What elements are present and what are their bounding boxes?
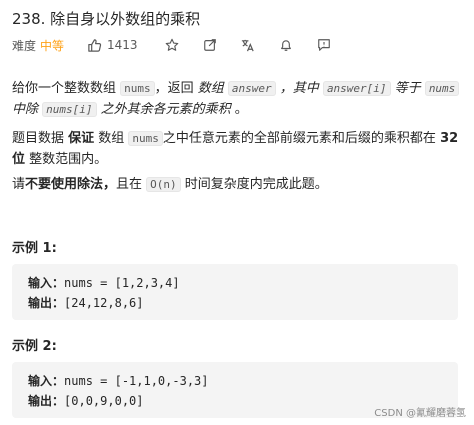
emphasis-text: 之外其余各元素的乘积 — [96, 102, 231, 117]
description-paragraph-2: 题目数据 保证 数组 nums 之中任意元素的全部前缀元素和后缀的乘积都在 32 … — [12, 128, 462, 170]
emphasis-text: 中除 — [12, 102, 43, 117]
difficulty-label: 难度 — [12, 38, 37, 53]
example-1-block: 输入：nums = [1,2,3,4] 输出：[24,12,8,6] — [12, 264, 458, 320]
input-label: 输入： — [28, 276, 65, 290]
example-1-title: 示例 1: — [12, 241, 57, 256]
description-paragraph-1: 给你一个整数数组 nums ，返回 数组 answer ，其中 answer[i]… — [12, 78, 462, 120]
text: 请 — [12, 177, 26, 192]
example-2-output-line: 输出：[0,0,9,0,0] — [28, 392, 144, 409]
bold-text: 不要使用除法， — [25, 177, 117, 192]
output-label: 输出： — [28, 394, 65, 408]
inline-code: answer — [227, 81, 276, 96]
inline-code: nums — [424, 81, 460, 96]
input-label: 输入： — [28, 374, 65, 388]
text: ，返回 — [154, 81, 198, 96]
text: 整数范围内。 — [25, 152, 108, 167]
description-paragraph-3: 请不要使用除法，且在 O(n) 时间复杂度内完成此题。 — [12, 174, 462, 195]
example-1-output-line: 输出：[24,12,8,6] — [28, 294, 144, 311]
emphasis-text: 等于 — [390, 81, 425, 96]
text: 。 — [230, 102, 248, 117]
problem-title: 238. 除自身以外数组的乘积 — [12, 10, 201, 28]
feedback-icon[interactable] — [316, 37, 332, 53]
bell-icon[interactable] — [278, 37, 294, 53]
text: 时间复杂度内完成此题。 — [180, 177, 328, 192]
example-2-title: 示例 2: — [12, 339, 57, 354]
example-1-input-line: 输入：nums = [1,2,3,4] — [28, 274, 180, 291]
text: 数组 — [94, 131, 129, 146]
text: 给你一个整数数组 — [12, 81, 121, 96]
inline-code: nums — [128, 131, 163, 146]
bold-text: 保证 — [68, 131, 95, 146]
text: 题目数据 — [12, 131, 69, 146]
text: 且在 — [116, 177, 147, 192]
inline-code: O(n) — [146, 177, 181, 192]
thumbs-up-icon[interactable] — [86, 37, 102, 53]
watermark: CSDN @氰耀磨蓉氢 — [374, 408, 466, 419]
output-label: 输出： — [28, 296, 65, 310]
output-value: [24,12,8,6] — [64, 296, 144, 310]
emphasis-text: 数组 — [197, 81, 228, 96]
inline-code: nums — [120, 81, 155, 96]
emphasis-text: ，其中 — [275, 81, 323, 96]
like-count: 1413 — [107, 38, 138, 52]
text: 之中任意元素的全部前缀元素和后缀的乘积都在 — [162, 131, 441, 146]
input-value: nums = [-1,1,0,-3,3] — [64, 374, 209, 388]
problem-meta-bar: 难度 中等 1413 — [12, 36, 332, 54]
output-value: [0,0,9,0,0] — [64, 394, 144, 408]
input-value: nums = [1,2,3,4] — [64, 276, 180, 290]
translate-icon[interactable] — [240, 37, 256, 53]
share-icon[interactable] — [202, 37, 218, 53]
star-icon[interactable] — [164, 37, 180, 53]
inline-code: nums[i] — [42, 102, 97, 117]
example-2-input-line: 输入：nums = [-1,1,0,-3,3] — [28, 372, 209, 389]
difficulty-badge: 中等 — [40, 38, 65, 53]
inline-code: answer[i] — [322, 81, 391, 96]
